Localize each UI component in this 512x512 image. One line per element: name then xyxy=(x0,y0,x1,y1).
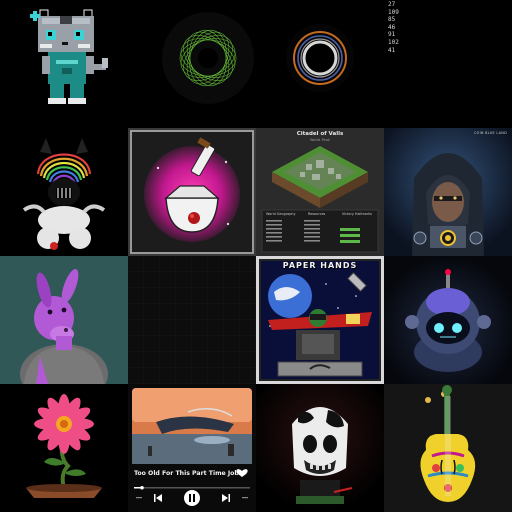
citadel-section-resources: Resources xyxy=(308,212,326,216)
tile-bonsai-flower[interactable] xyxy=(0,384,128,512)
number-list-item: 27 xyxy=(388,1,396,8)
tile-paper-hands[interactable]: PAPER HANDS xyxy=(256,256,384,384)
tile-dark-pattern[interactable] xyxy=(128,256,256,384)
ring-art-image xyxy=(256,0,384,128)
tile-rainbow-ghost-cat[interactable] xyxy=(0,128,128,256)
tile-floral-violin[interactable] xyxy=(384,384,512,512)
tile-cow-skull-mask[interactable] xyxy=(256,384,384,512)
potion-flask-image xyxy=(128,128,256,256)
tile-potion-flask[interactable] xyxy=(128,128,256,256)
tile-green-spiral[interactable] xyxy=(128,0,256,128)
tile-purple-bunny[interactable] xyxy=(0,256,128,384)
spiral-art-image xyxy=(128,0,256,128)
robot-astronaut-image xyxy=(384,256,512,384)
citadel-title: Citadel of Valls xyxy=(296,131,344,137)
paper-hands-title: PAPER HANDS xyxy=(282,261,358,270)
cow-mask-image xyxy=(256,384,384,512)
citadel-map-image xyxy=(256,128,384,256)
tile-number-list[interactable]: 27 109 85 46 91 102 41 xyxy=(384,0,512,128)
pixel-cat-image xyxy=(0,0,128,128)
tile-hooded-warrior[interactable]: COIN BLUE LAND xyxy=(384,128,512,256)
number-list: 27 109 85 46 91 102 41 xyxy=(388,1,399,54)
number-list-item: 102 xyxy=(388,38,399,46)
crest-brand-text: COIN BLUE LAND xyxy=(473,131,507,135)
hooded-warrior-image xyxy=(384,128,512,256)
number-list-item: 85 xyxy=(388,16,396,24)
citadel-section-army: Victory Hallmarks xyxy=(342,212,372,216)
floral-violin-image xyxy=(384,384,512,512)
tile-citadel-of-valls[interactable]: Citadel of Valls World Peak World Geogra… xyxy=(256,128,384,256)
number-list-item: 91 xyxy=(388,31,396,39)
dark-pattern-image xyxy=(128,256,256,384)
rainbow-cat-image xyxy=(0,128,128,256)
tile-ring-art[interactable] xyxy=(256,0,384,128)
number-list-background xyxy=(384,0,512,128)
purple-bunny-image xyxy=(0,256,128,384)
tile-music-player[interactable]: Too Old For This Part Time Job xyxy=(128,384,256,512)
song-title: Too Old For This Part Time Job xyxy=(134,470,239,477)
citadel-section-world: World Geography xyxy=(266,212,296,216)
nft-gallery-grid: 27 109 85 46 91 102 41 Citadel of Valls … xyxy=(0,0,512,512)
paper-hands-image xyxy=(256,256,384,384)
bonsai-flower-image xyxy=(0,384,128,512)
music-player-card xyxy=(128,384,256,512)
tile-robot-astronaut[interactable] xyxy=(384,256,512,384)
number-list-item: 46 xyxy=(388,23,396,31)
citadel-subtitle: World Peak xyxy=(310,138,330,142)
number-list-item: 41 xyxy=(388,46,396,54)
number-list-item: 109 xyxy=(388,8,399,16)
tile-pixel-cat[interactable] xyxy=(0,0,128,128)
